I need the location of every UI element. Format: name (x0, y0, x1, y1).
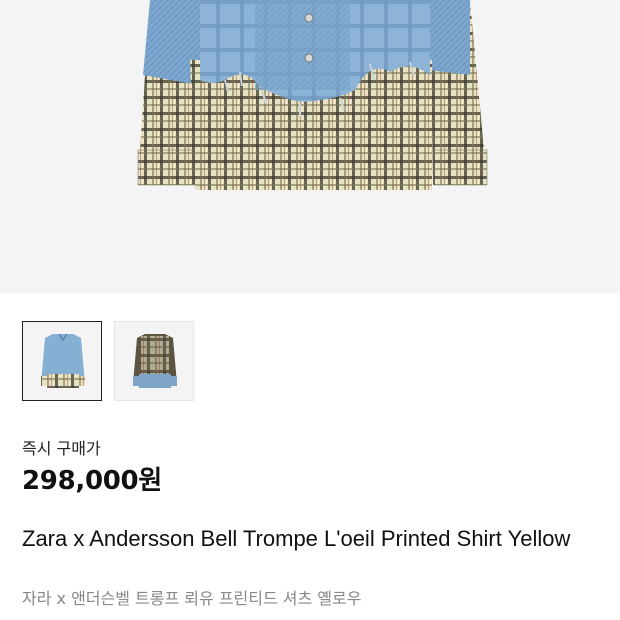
thumbnail-shirt-denim-icon (41, 333, 85, 388)
product-main-image[interactable] (0, 0, 620, 293)
price: 298,000원 (22, 466, 162, 496)
thumbnail-front-denim[interactable] (22, 321, 102, 401)
buy-now-label: 즉시 구매가 (22, 439, 101, 458)
thumbnail-shirt-plaid-icon (133, 334, 177, 388)
product-title: Zara x Andersson Bell Trompe L'oeil Prin… (22, 526, 571, 551)
product-subtitle: 자라 x 앤더슨벨 트롱프 뢰유 프린티드 셔츠 옐로우 (22, 589, 362, 608)
thumbnail-strip (22, 321, 194, 401)
thumbnail-alt-plaid[interactable] (114, 321, 194, 401)
shirt-illustration (137, 0, 488, 190)
